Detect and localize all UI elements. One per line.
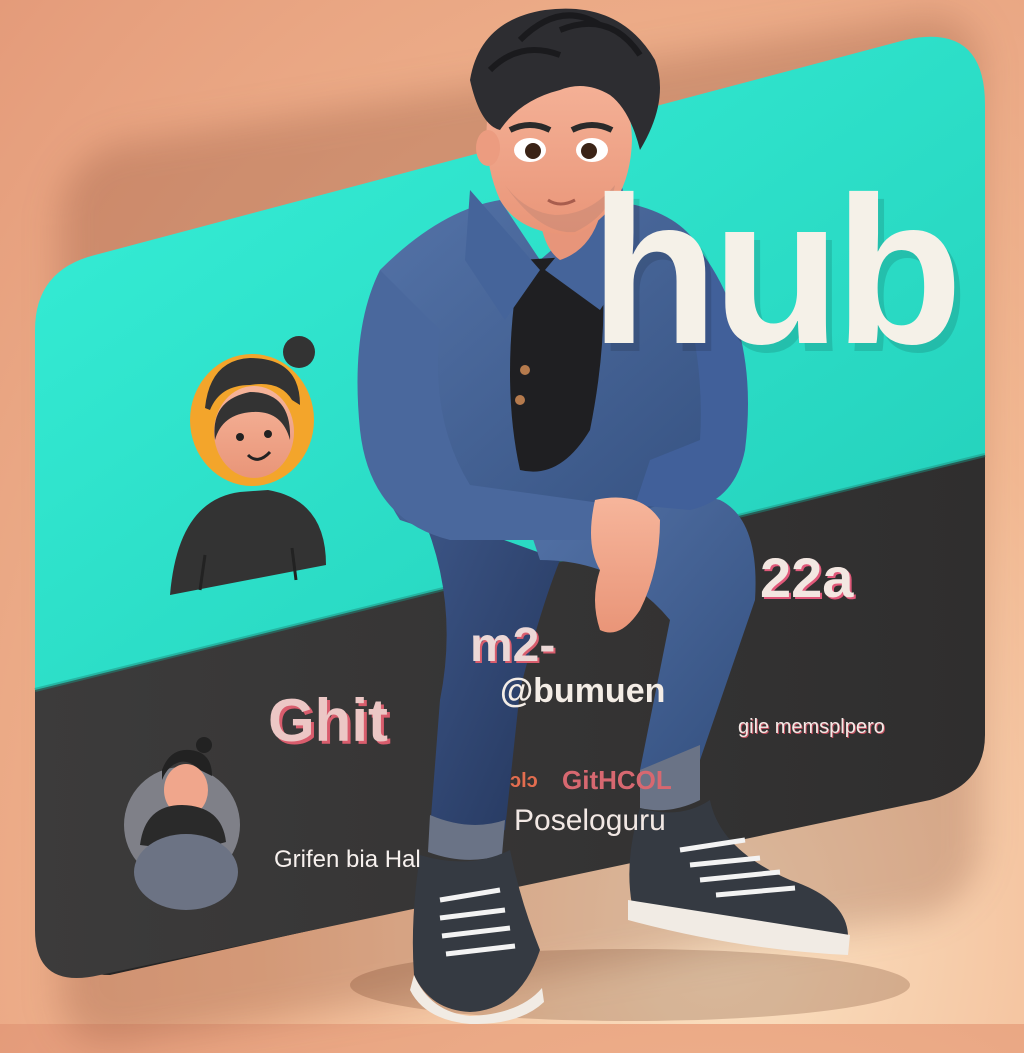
scene: hub 22a Ghit m2- @bumuen gile memsplpero…	[0, 0, 1024, 1053]
number-suffix: 22a	[760, 546, 854, 609]
pink-fragment: GitHCOL	[562, 765, 672, 795]
brand-word: hub	[590, 153, 963, 388]
orange-fragment: ɔlɔ	[510, 770, 538, 792]
middle-fragment: m2-	[470, 619, 556, 672]
bottom-caption: Grifen bia Hal	[274, 846, 421, 873]
right-caption: gile memsplpero	[738, 716, 885, 738]
sub-caption: Poseloguru	[514, 804, 666, 837]
user-handle: @bumuen	[500, 672, 666, 710]
card-title: Ghit	[268, 687, 388, 754]
